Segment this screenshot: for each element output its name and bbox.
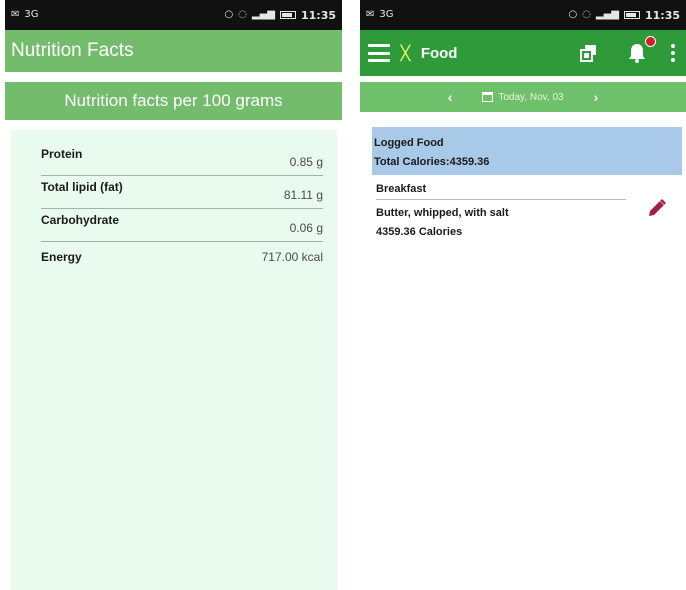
meal-name: Breakfast: [376, 183, 626, 200]
date-navigator: ‹ Today, Nov, 03 ›: [360, 82, 686, 112]
food-name: Butter, whipped, with salt: [376, 207, 509, 219]
signal-icon: ▂▄▆: [595, 9, 619, 20]
network-type-label: 3G: [24, 9, 39, 20]
nutrient-label: Total lipid (fat): [41, 180, 123, 194]
alarm-icon: ○: [568, 9, 578, 20]
status-bar: ✉ 3G ○ ◌ ▂▄▆ 11:35: [5, 0, 342, 30]
edit-pencil-icon[interactable]: [646, 197, 668, 219]
page-title: Food: [420, 44, 458, 62]
nutrition-subheader: Nutrition facts per 100 grams: [5, 82, 342, 120]
meal-entry-breakfast[interactable]: Breakfast Butter, whipped, with salt 435…: [376, 183, 680, 242]
status-time: 11:35: [644, 8, 680, 22]
battery-icon: [623, 11, 640, 19]
runner-icon: ᚷ: [400, 42, 411, 64]
more-vert-icon[interactable]: [668, 40, 678, 66]
nutrient-value: 0.85 g: [289, 155, 323, 169]
nutrient-label: Protein: [41, 147, 83, 161]
date-label: Today, Nov, 03: [498, 91, 564, 103]
nutrient-row-carbohydrate: Carbohydrate 0.06 g: [41, 209, 323, 242]
nutrient-row-protein: Protein 0.85 g: [41, 147, 323, 176]
menu-icon[interactable]: [368, 44, 390, 62]
logged-food-title: Logged Food: [374, 137, 444, 149]
notification-bell-icon[interactable]: [624, 36, 656, 66]
shield-icon: ◌: [582, 9, 591, 20]
status-time: 11:35: [300, 8, 336, 22]
message-icon: ✉: [11, 9, 20, 20]
app-bar: ᚷ Food: [360, 30, 686, 76]
nutrient-row-fat: Total lipid (fat) 81.11 g: [41, 176, 323, 209]
nutrient-value: 717.00 kcal: [261, 250, 323, 264]
message-icon: ✉: [366, 9, 375, 20]
network-type-label: 3G: [379, 9, 394, 20]
nutrient-value: 81.11 g: [283, 188, 323, 202]
page-title: Nutrition Facts: [11, 40, 134, 61]
battery-icon: [279, 11, 296, 19]
app-bar: Nutrition Facts: [5, 30, 342, 72]
notification-badge: [645, 36, 656, 47]
food-calories: 4359.36 Calories: [376, 226, 463, 238]
nutrition-card: Protein 0.85 g Total lipid (fat) 81.11 g…: [11, 130, 337, 590]
next-day-button[interactable]: ›: [594, 89, 599, 105]
calendar-icon: [482, 92, 494, 102]
shield-icon: ◌: [238, 9, 247, 20]
status-bar: ✉ 3G ○ ◌ ▂▄▆ 11:35: [360, 0, 686, 30]
logged-food-summary: Logged Food Total Calories:4359.36: [372, 127, 682, 175]
nutrient-row-energy: Energy 717.00 kcal: [41, 242, 323, 275]
nutrient-label: Energy: [41, 250, 82, 264]
alarm-icon: ○: [224, 9, 234, 20]
total-calories: Total Calories:4359.36: [374, 156, 490, 168]
nutrition-facts-screen: ✉ 3G ○ ◌ ▂▄▆ 11:35 Nutrition Facts Nutri…: [5, 0, 342, 590]
previous-day-button[interactable]: ‹: [448, 89, 453, 105]
signal-icon: ▂▄▆: [251, 9, 275, 20]
food-log-screen: ✉ 3G ○ ◌ ▂▄▆ 11:35 ᚷ Food ‹ Today, Nov, …: [360, 0, 686, 590]
nutrient-value: 0.06 g: [289, 221, 323, 235]
date-picker[interactable]: Today, Nov, 03: [482, 91, 564, 103]
nutrient-label: Carbohydrate: [41, 213, 120, 227]
subheader-text: Nutrition facts per 100 grams: [64, 91, 283, 110]
foods-icon[interactable]: [576, 40, 602, 66]
